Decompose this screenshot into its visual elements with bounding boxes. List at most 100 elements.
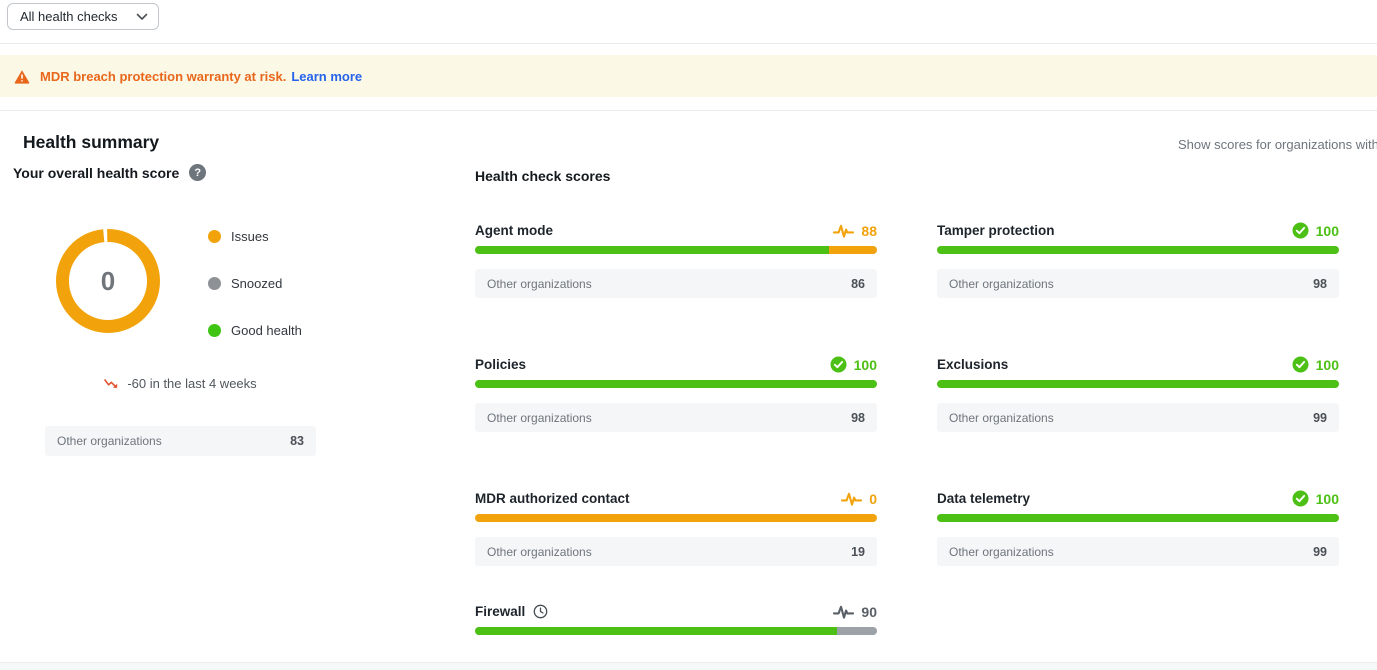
comparison-label: Other organizations: [949, 411, 1054, 425]
pulse-icon: [833, 605, 854, 619]
check-header: Policies: [475, 356, 877, 373]
score-progress-bar: [475, 380, 877, 388]
health-check-card[interactable]: Firewall: [475, 603, 877, 635]
overall-score-row: Your overall health score ?: [13, 164, 206, 181]
snoozed-dot-icon: [208, 277, 221, 290]
check-score: 0: [869, 491, 877, 507]
check-score: 90: [861, 604, 877, 620]
check-comparison-bar: Other organizations 99: [937, 537, 1339, 566]
show-scores-note: Show scores for organizations with: [1178, 137, 1377, 152]
score-progress-bar: [937, 514, 1339, 522]
good-health-dot-icon: [208, 324, 221, 337]
progress-fill: [937, 514, 1339, 522]
comparison-value: 98: [851, 411, 865, 425]
comparison-label: Other organizations: [949, 277, 1054, 291]
comparison-value: 99: [1313, 411, 1327, 425]
overall-score-label: Your overall health score: [13, 165, 179, 181]
trend-row: -60 in the last 4 weeks: [45, 376, 316, 391]
check-score: 100: [1316, 357, 1339, 373]
trend-down-icon: [104, 378, 119, 389]
comparison-label: Other organizations: [57, 434, 162, 448]
check-circle-icon: [1292, 490, 1309, 507]
progress-remainder: [829, 246, 877, 254]
check-title: Exclusions: [937, 357, 1008, 372]
check-header: Tamper protection: [937, 222, 1339, 239]
legend-label: Issues: [231, 229, 269, 244]
banner-message: MDR breach protection warranty at risk.: [40, 69, 286, 84]
health-checks-filter-dropdown[interactable]: All health checks: [7, 3, 159, 30]
check-comparison-bar: Other organizations 86: [475, 269, 877, 298]
learn-more-link[interactable]: Learn more: [291, 69, 362, 84]
legend-label: Good health: [231, 323, 302, 338]
check-score: 88: [861, 223, 877, 239]
health-check-card[interactable]: MDR authorized contact: [475, 490, 877, 566]
summary-comparison-bar: Other organizations 83: [45, 426, 316, 456]
check-title: MDR authorized contact: [475, 491, 630, 506]
comparison-value: 98: [1313, 277, 1327, 291]
progress-fill: [475, 627, 837, 635]
comparison-value: 86: [851, 277, 865, 291]
donut-value: 0: [56, 229, 160, 333]
score-progress-bar: [475, 246, 877, 254]
bottom-strip: [0, 663, 1377, 670]
check-header: Data telemetry: [937, 490, 1339, 507]
health-check-card[interactable]: Policies: [475, 356, 877, 432]
chevron-down-icon: [136, 13, 148, 21]
legend-item-issues: Issues: [208, 228, 269, 244]
legend-label: Snoozed: [231, 276, 282, 291]
progress-remainder: [837, 627, 877, 635]
legend-item-snoozed: Snoozed: [208, 275, 282, 291]
legend-item-good-health: Good health: [208, 322, 302, 338]
check-score: 100: [1316, 223, 1339, 239]
check-comparison-bar: Other organizations 99: [937, 403, 1339, 432]
check-title: Firewall: [475, 604, 525, 619]
check-score: 100: [854, 357, 877, 373]
check-comparison-bar: Other organizations 98: [937, 269, 1339, 298]
comparison-value: 83: [290, 434, 304, 448]
trend-text: -60 in the last 4 weeks: [127, 376, 256, 391]
comparison-label: Other organizations: [949, 545, 1054, 559]
progress-remainder: [475, 514, 877, 522]
score-progress-bar: [937, 246, 1339, 254]
comparison-label: Other organizations: [487, 545, 592, 559]
pulse-icon: [841, 492, 862, 506]
score-progress-bar: [937, 380, 1339, 388]
check-header: Agent mode: [475, 222, 877, 239]
score-progress-bar: [475, 514, 877, 522]
pulse-icon: [833, 224, 854, 238]
issues-dot-icon: [208, 230, 221, 243]
check-title: Policies: [475, 357, 526, 372]
health-dashboard: All health checks MDR breach protection …: [0, 0, 1377, 670]
top-divider: [0, 43, 1377, 44]
health-summary-title: Health summary: [23, 132, 159, 153]
comparison-label: Other organizations: [487, 277, 592, 291]
check-header: MDR authorized contact: [475, 490, 877, 507]
check-circle-icon: [1292, 222, 1309, 239]
check-header: Firewall: [475, 603, 877, 620]
comparison-value: 19: [851, 545, 865, 559]
comparison-label: Other organizations: [487, 411, 592, 425]
progress-fill: [475, 380, 877, 388]
check-comparison-bar: Other organizations 19: [475, 537, 877, 566]
health-check-card[interactable]: Data telemetry: [937, 490, 1339, 566]
check-title: Tamper protection: [937, 223, 1055, 238]
health-check-scores-title: Health check scores: [475, 168, 610, 184]
warning-triangle-icon: [14, 69, 30, 84]
snoozed-clock-icon[interactable]: [533, 604, 548, 619]
progress-fill: [475, 246, 829, 254]
check-title: Agent mode: [475, 223, 553, 238]
health-check-card[interactable]: Exclusions: [937, 356, 1339, 432]
progress-fill: [937, 380, 1339, 388]
check-comparison-bar: Other organizations 98: [475, 403, 877, 432]
health-check-card[interactable]: Agent mode: [475, 222, 877, 298]
comparison-value: 99: [1313, 545, 1327, 559]
filter-dropdown-label: All health checks: [20, 9, 118, 24]
help-question-icon[interactable]: ?: [189, 164, 206, 181]
health-donut-chart: 0: [56, 229, 160, 333]
check-header: Exclusions: [937, 356, 1339, 373]
check-circle-icon: [1292, 356, 1309, 373]
banner-divider: [0, 110, 1377, 111]
health-check-card[interactable]: Tamper protection: [937, 222, 1339, 298]
mdr-warranty-banner: MDR breach protection warranty at risk. …: [0, 55, 1377, 97]
check-circle-icon: [830, 356, 847, 373]
